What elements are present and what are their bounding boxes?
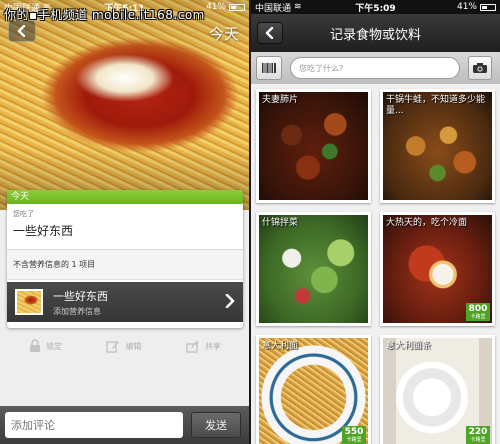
food-tile[interactable]: 意大利面 550 卡路里	[256, 335, 371, 444]
chevron-right-icon	[225, 294, 235, 308]
share-button[interactable]: 共享	[186, 339, 221, 353]
back-button-right[interactable]	[257, 22, 283, 44]
status-bar-right: 中国联通 ≋ 下午5:09 41%	[251, 0, 500, 14]
carrier-label-right: 中国联通	[255, 3, 292, 14]
food-grid: 夫妻肺片 干锅牛蛙，不知道多少能量... 什锦拌菜 大热天的，吃个冷面 800 …	[251, 84, 500, 444]
edit-button[interactable]: 编辑	[106, 339, 141, 353]
calorie-badge: 550 卡路里	[342, 426, 366, 444]
calorie-value: 800	[468, 304, 488, 314]
food-tile-label: 意大利面条	[386, 341, 432, 351]
food-tile-label: 意大利面	[262, 341, 299, 351]
calorie-unit: 卡路里	[470, 437, 486, 443]
comment-bar: 发送	[0, 406, 249, 444]
share-icon	[186, 340, 199, 353]
edit-icon	[106, 341, 120, 353]
right-phone-screen: 中国联通 ≋ 下午5:09 41% 记录食物或饮料 您吃了什么? 夫妻肺片 干锅…	[251, 0, 500, 444]
send-button[interactable]: 发送	[191, 412, 241, 438]
lock-button[interactable]: 锁定	[29, 339, 62, 353]
wifi-icon: ≋	[294, 2, 302, 12]
food-tile-label: 干锅牛蛙，不知道多少能量...	[386, 95, 486, 116]
add-nutrition-link: 添加营养信息	[53, 306, 101, 316]
food-tile[interactable]: 意大利面条 220 卡路里	[380, 335, 495, 444]
meal-entry[interactable]: 您吃了 一些好东西	[7, 204, 243, 250]
food-tile-label: 夫妻肺片	[262, 95, 299, 105]
food-tile[interactable]: 大热天的，吃个冷面 800 卡路里	[380, 212, 495, 326]
barcode-scan-button[interactable]	[256, 56, 282, 80]
food-tile[interactable]: 夫妻肺片	[256, 89, 371, 203]
edit-label: 编辑	[125, 341, 142, 351]
calorie-value: 220	[468, 427, 488, 437]
status-time-right: 下午5:09	[355, 3, 396, 14]
calorie-badge: 800 卡路里	[466, 303, 490, 321]
meal-card: 今天 您吃了 一些好东西 不含营养信息的 1 项目 一些好东西 添加营养信息	[7, 190, 243, 328]
nutrition-note: 不含营养信息的 1 项目	[7, 250, 243, 280]
camera-button[interactable]	[468, 56, 492, 80]
left-phone-screen: 中国联通 ≋ 下午5:11 41% 今天 今天 您吃了 一些好东西 不含营养信息…	[0, 0, 249, 444]
nav-title: 记录食物或饮料	[329, 27, 421, 43]
chevron-left-icon	[17, 25, 26, 37]
camera-icon	[473, 63, 487, 73]
food-tile-label: 什锦拌菜	[262, 218, 299, 228]
food-item-name: 一些好东西	[53, 289, 108, 303]
calorie-unit: 卡路里	[346, 437, 362, 443]
barcode-icon	[262, 63, 276, 73]
calorie-badge: 220 卡路里	[466, 426, 490, 444]
food-tile-label: 大热天的，吃个冷面	[386, 218, 468, 228]
page-title: 今天	[208, 25, 239, 43]
ate-value: 一些好东西	[13, 224, 74, 238]
battery-percent-right: 41%	[456, 2, 477, 12]
chevron-left-icon	[265, 27, 274, 39]
comment-input[interactable]	[5, 412, 183, 438]
food-item-row[interactable]: 一些好东西 添加营养信息	[7, 282, 243, 322]
lock-label: 锁定	[46, 341, 63, 351]
battery-percent: 41%	[205, 2, 226, 12]
screenshot-stage: 你的▪手机频道 mobile.it168.com 中国联通 ≋ 下午5:11 4…	[0, 0, 500, 444]
action-bar: 锁定 编辑 共享	[7, 334, 243, 358]
food-tile[interactable]: 什锦拌菜	[256, 212, 371, 326]
battery-icon	[480, 3, 496, 11]
card-header: 今天	[7, 190, 243, 204]
lock-icon	[30, 339, 41, 352]
ate-label: 您吃了	[13, 210, 34, 218]
battery-icon	[229, 3, 245, 11]
back-button[interactable]	[8, 20, 36, 42]
calorie-unit: 卡路里	[470, 314, 486, 320]
calorie-value: 550	[344, 427, 364, 437]
share-label: 共享	[204, 341, 221, 351]
food-tile[interactable]: 干锅牛蛙，不知道多少能量...	[380, 89, 495, 203]
food-thumbnail	[15, 289, 43, 315]
nav-bar: 记录食物或饮料	[251, 14, 500, 52]
food-search-input[interactable]: 您吃了什么?	[290, 57, 460, 79]
search-bar: 您吃了什么?	[251, 52, 500, 84]
watermark: 你的▪手机频道 mobile.it168.com	[4, 8, 205, 22]
